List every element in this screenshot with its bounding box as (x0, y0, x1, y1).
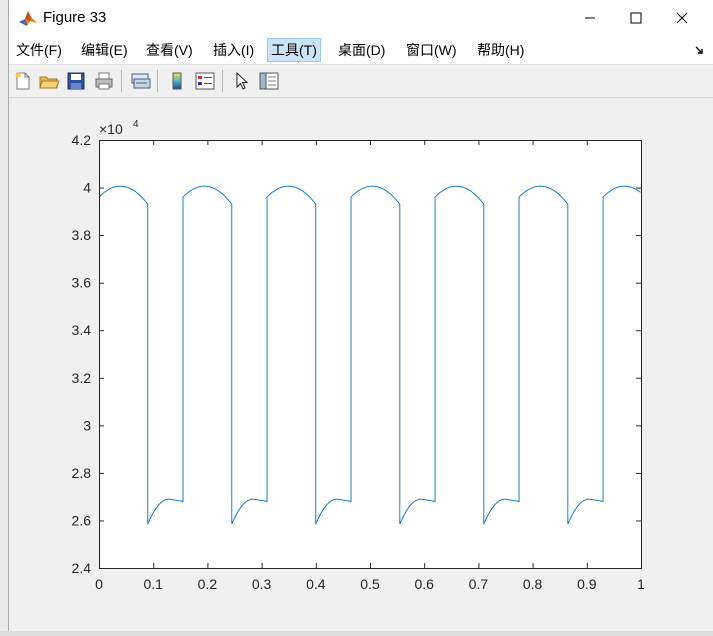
x-tick-label: 0.8 (523, 576, 543, 592)
menu-view[interactable]: 查看(V) (143, 39, 196, 61)
x-tick-label: 0.5 (360, 576, 380, 592)
x-tick-label: 1 (637, 576, 645, 592)
y-exponent-power: 4 (133, 119, 139, 130)
x-tick-label: 0.2 (198, 576, 218, 592)
y-tick-label: 4 (83, 180, 91, 196)
background-window-edge (0, 0, 8, 631)
y-tick-label: 2.4 (72, 560, 92, 576)
x-tick-label: 0.9 (577, 576, 597, 592)
y-tick-label: 4.2 (72, 132, 92, 148)
legend-icon[interactable] (194, 70, 216, 92)
y-exponent-label: ×10 (99, 121, 123, 137)
x-tick-label: 0.6 (414, 576, 434, 592)
matlab-logo-icon (18, 8, 38, 28)
menu-bar: 文件(F) 编辑(E) 查看(V) 插入(I) 工具(T) 桌面(D) 窗口(W… (9, 36, 713, 65)
open-file-icon[interactable] (38, 70, 60, 92)
menu-tools[interactable]: 工具(T) (267, 38, 321, 62)
property-inspector-icon[interactable] (258, 70, 280, 92)
toolbar-separator (222, 70, 223, 92)
figure-canvas[interactable]: 0 0.1 0.2 0.3 0.4 0.5 0.6 0.7 0.8 0.9 1 2.4 2.6 2.8 3… (9, 98, 713, 631)
link-plot-icon[interactable] (129, 70, 151, 92)
y-tick-label: 3.8 (72, 227, 92, 243)
toolbar-separator (121, 70, 122, 92)
minimize-icon (585, 17, 595, 19)
menu-file[interactable]: 文件(F) (13, 39, 65, 61)
colorbar-icon[interactable] (166, 70, 188, 92)
close-button[interactable] (659, 0, 705, 36)
print-icon[interactable] (93, 70, 115, 92)
x-tick-labels: 0 0.1 0.2 0.3 0.4 0.5 0.6 0.7 0.8 0.9 1 (95, 576, 645, 592)
toolbar-separator (157, 70, 158, 92)
menu-edit[interactable]: 编辑(E) (78, 39, 131, 61)
window-title: Figure 33 (43, 9, 107, 26)
y-tick-label: 3.4 (72, 322, 92, 338)
line-chart[interactable]: 0 0.1 0.2 0.3 0.4 0.5 0.6 0.7 0.8 0.9 1 2.4 2.6 2.8 3… (9, 98, 713, 631)
menu-insert[interactable]: 插入(I) (210, 39, 257, 61)
close-icon (676, 12, 688, 24)
new-figure-icon[interactable] (12, 70, 34, 92)
title-bar[interactable]: Figure 33 (9, 0, 713, 36)
menu-help[interactable]: 帮助(H) (474, 39, 527, 61)
y-tick-label: 3.6 (72, 275, 92, 291)
y-tick-labels: 2.4 2.6 2.8 3 3.2 3.4 3.6 3.8 4 4.2 (72, 132, 92, 576)
menu-overflow-icon[interactable] (694, 44, 704, 58)
maximize-button[interactable] (613, 0, 659, 36)
y-tick-label: 3.2 (72, 370, 92, 386)
y-tick-label: 3 (83, 417, 91, 433)
x-tick-label: 0.4 (306, 576, 326, 592)
menu-desktop[interactable]: 桌面(D) (335, 39, 388, 61)
minimize-button[interactable] (567, 0, 613, 36)
save-icon[interactable] (65, 70, 87, 92)
y-tick-label: 2.6 (72, 512, 92, 528)
maximize-icon (630, 12, 642, 24)
menu-window[interactable]: 窗口(W) (403, 39, 460, 61)
x-tick-label: 0 (95, 576, 103, 592)
x-tick-label: 0.7 (469, 576, 489, 592)
x-tick-label: 0.1 (143, 576, 163, 592)
y-tick-label: 2.8 (72, 465, 92, 481)
axes-background (99, 140, 641, 568)
edit-plot-arrow-icon[interactable] (231, 70, 253, 92)
toolbar (9, 65, 713, 98)
figure-window: Figure 33 文件(F) 编辑(E) 查看(V) 插入(I) 工具(T) … (8, 0, 713, 631)
x-tick-label: 0.3 (252, 576, 272, 592)
